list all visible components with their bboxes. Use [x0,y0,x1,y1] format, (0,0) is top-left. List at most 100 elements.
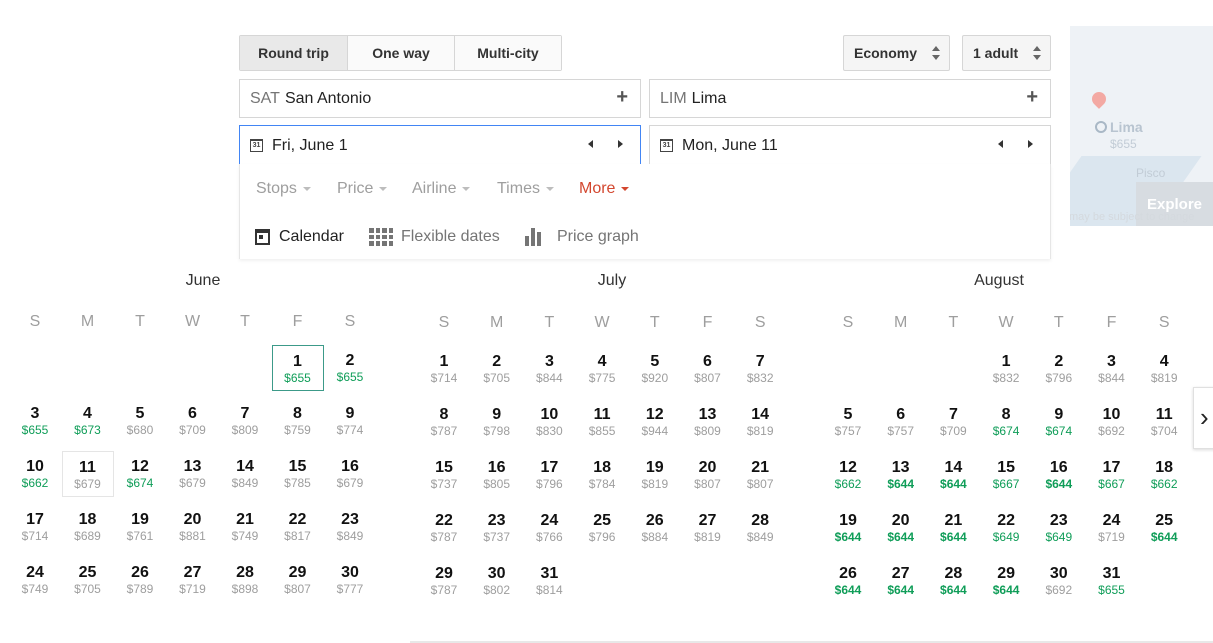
calendar-day[interactable]: 13 $644 [875,452,927,498]
map-preview[interactable]: Lima $655 Pisco Explore may be subject t… [1070,26,1213,226]
calendar-day[interactable]: 12 $674 [114,451,166,497]
calendar-day[interactable]: 10 $662 [9,451,61,497]
calendar-day[interactable]: 13 $809 [682,399,734,445]
calendar-day[interactable]: 27 $644 [875,558,927,604]
next-date-arrow-icon[interactable] [618,140,623,148]
calendar-day[interactable]: 3 $844 [1086,346,1138,392]
calendar-day[interactable]: 13 $679 [167,451,219,497]
flexible-dates-tab[interactable]: Flexible dates [369,228,500,246]
calendar-day[interactable]: 25 $705 [62,557,114,603]
calendar-day[interactable]: 9 $674 [1033,399,1085,445]
calendar-day[interactable]: 24 $749 [9,557,61,603]
round-trip-button[interactable]: Round trip [240,36,348,70]
calendar-day[interactable]: 15 $667 [980,452,1032,498]
calendar-day[interactable]: 12 $944 [629,399,681,445]
calendar-day[interactable]: 23 $649 [1033,505,1085,551]
calendar-day[interactable]: 20 $807 [682,452,734,498]
calendar-day[interactable]: 20 $644 [875,505,927,551]
calendar-day[interactable]: 26 $884 [629,505,681,551]
calendar-day[interactable]: 21 $749 [219,504,271,550]
calendar-day[interactable]: 4 $673 [62,398,114,444]
calendar-day[interactable]: 7 $709 [927,399,979,445]
calendar-day[interactable]: 7 $809 [219,398,271,444]
calendar-day[interactable]: 5 $757 [822,399,874,445]
calendar-day[interactable]: 6 $757 [875,399,927,445]
calendar-day[interactable]: 1 $655 [271,345,324,391]
calendar-day[interactable]: 14 $849 [219,451,271,497]
calendar-day[interactable]: 11 $855 [576,399,628,445]
calendar-day[interactable]: 2 $796 [1033,346,1085,392]
calendar-view-tab[interactable]: Calendar [255,228,344,246]
calendar-day[interactable]: 20 $881 [167,504,219,550]
calendar-day[interactable]: 1 $714 [418,346,470,392]
add-destination-plus-icon[interactable]: + [1026,86,1038,109]
calendar-day[interactable]: 29 $807 [272,557,324,603]
calendar-day[interactable]: 27 $719 [167,557,219,603]
add-origin-plus-icon[interactable]: + [616,86,628,109]
calendar-day[interactable]: 2 $705 [471,346,523,392]
calendar-day[interactable]: 18 $662 [1138,452,1190,498]
calendar-day[interactable]: 15 $785 [272,451,324,497]
calendar-day[interactable]: 11 $704 [1138,399,1190,445]
calendar-day[interactable]: 7 $832 [734,346,786,392]
calendar-day[interactable]: 1 $832 [980,346,1032,392]
calendar-day[interactable]: 6 $709 [167,398,219,444]
calendar-day[interactable]: 3 $655 [9,398,61,444]
next-date-arrow-icon[interactable] [1028,140,1033,148]
calendar-day[interactable]: 4 $819 [1138,346,1190,392]
calendar-day[interactable]: 6 $807 [682,346,734,392]
price-filter[interactable]: Price [337,180,388,198]
calendar-day[interactable]: 22 $787 [418,505,470,551]
calendar-day[interactable]: 17 $667 [1086,452,1138,498]
calendar-day[interactable]: 18 $784 [576,452,628,498]
calendar-day[interactable]: 5 $920 [629,346,681,392]
calendar-day[interactable]: 16 $805 [471,452,523,498]
calendar-day[interactable]: 5 $680 [114,398,166,444]
calendar-day[interactable]: 8 $759 [272,398,324,444]
calendar-day[interactable]: 21 $644 [927,505,979,551]
depart-date-field[interactable]: 31 Fri, June 1 [239,125,641,165]
calendar-day[interactable]: 14 $819 [734,399,786,445]
calendar-day[interactable]: 16 $644 [1033,452,1085,498]
prev-date-arrow-icon[interactable] [588,140,593,148]
calendar-day[interactable]: 12 $662 [822,452,874,498]
calendar-day[interactable]: 30 $802 [471,558,523,604]
calendar-day[interactable]: 29 $787 [418,558,470,604]
calendar-day[interactable]: 18 $689 [62,504,114,550]
calendar-day[interactable]: 17 $796 [523,452,575,498]
calendar-day[interactable]: 3 $844 [523,346,575,392]
calendar-day[interactable]: 21 $807 [734,452,786,498]
next-month-button[interactable]: › [1193,387,1213,449]
calendar-day[interactable]: 28 $644 [927,558,979,604]
calendar-day[interactable]: 8 $787 [418,399,470,445]
airline-filter[interactable]: Airline [412,180,471,198]
calendar-day[interactable]: 28 $849 [734,505,786,551]
calendar-day[interactable]: 25 $644 [1138,505,1190,551]
calendar-day[interactable]: 31 $655 [1086,558,1138,604]
stops-filter[interactable]: Stops [256,180,311,198]
destination-field[interactable]: LIM Lima + [649,79,1051,118]
calendar-day[interactable]: 10 $830 [523,399,575,445]
calendar-day[interactable]: 22 $817 [272,504,324,550]
passengers-select[interactable]: 1 adult [962,35,1051,71]
calendar-day[interactable]: 22 $649 [980,505,1032,551]
calendar-day[interactable]: 19 $644 [822,505,874,551]
more-filter[interactable]: More [579,180,630,198]
calendar-day[interactable]: 4 $775 [576,346,628,392]
calendar-day[interactable]: 23 $737 [471,505,523,551]
calendar-day[interactable]: 28 $898 [219,557,271,603]
calendar-day[interactable]: 24 $719 [1086,505,1138,551]
calendar-day[interactable]: 11 $679 [61,451,114,497]
calendar-day[interactable]: 26 $644 [822,558,874,604]
calendar-day[interactable]: 2 $655 [324,345,376,391]
calendar-day[interactable]: 19 $761 [114,504,166,550]
price-graph-tab[interactable]: Price graph [525,228,639,246]
calendar-day[interactable]: 9 $774 [324,398,376,444]
calendar-day[interactable]: 27 $819 [682,505,734,551]
calendar-day[interactable]: 9 $798 [471,399,523,445]
prev-date-arrow-icon[interactable] [998,140,1003,148]
calendar-day[interactable]: 17 $714 [9,504,61,550]
calendar-day[interactable]: 23 $849 [324,504,376,550]
calendar-day[interactable]: 30 $692 [1033,558,1085,604]
calendar-day[interactable]: 26 $789 [114,557,166,603]
